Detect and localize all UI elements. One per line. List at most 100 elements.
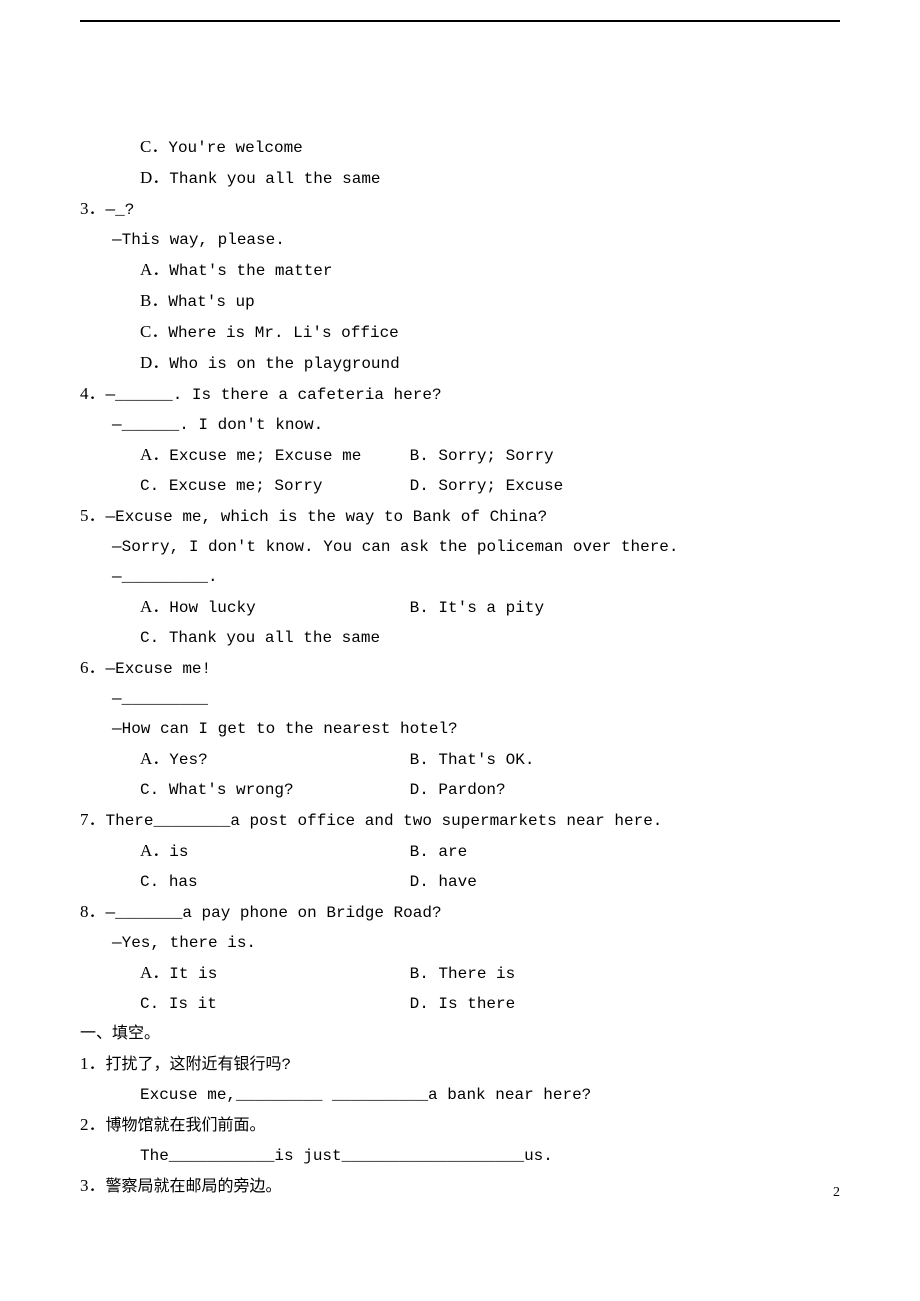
q3-option-b: B．What's up [80,286,840,317]
question-text: —Excuse me, which is the way to Bank of … [106,508,548,526]
option-letter: A． [140,963,169,982]
q5-reply: —Sorry, I don't know. You can ask the po… [80,532,840,562]
option-letter: B. [410,751,439,769]
option-letter: B. [410,965,439,983]
option-letter: D． [140,168,169,187]
option-letter: A． [140,597,169,616]
option-text: Thank you all the same [169,629,380,647]
q3-option-d: D．Who is on the playground [80,348,840,379]
q2-option-d: D．Thank you all the same [80,163,840,194]
q6-options-row2: C. What's wrong? D. Pardon? [80,775,840,805]
question-chinese: 打扰了，这附近有银行吗? [106,1056,292,1074]
option-letter: C. [140,995,169,1013]
option-letter: A． [140,445,169,464]
option-letter: A． [140,260,169,279]
q4-options-row1: A．Excuse me; Excuse me B. Sorry; Sorry [80,440,840,471]
option-text: is [169,843,188,861]
q5-prompt: 5．—Excuse me, which is the way to Bank o… [80,501,840,532]
option-text: You're welcome [168,139,302,157]
fill1-en: Excuse me,_________ __________a bank nea… [80,1080,840,1110]
option-text: How lucky [169,599,255,617]
option-text: Excuse me; Excuse me [169,447,361,465]
question-text: —______. Is there a cafeteria here? [106,386,442,404]
question-number: 3． [80,1176,106,1195]
question-number: 4． [80,384,106,403]
q3-option-a: A．What's the matter [80,255,840,286]
q7-prompt: 7．There________a post office and two sup… [80,805,840,836]
fill3-cn: 3．警察局就在邮局的旁边。 [80,1171,840,1202]
q6-options-row1: A．Yes? B. That's OK. [80,744,840,775]
option-text: What's up [168,293,254,311]
question-chinese: 警察局就在邮局的旁边。 [106,1178,282,1196]
question-text: —Excuse me! [106,660,212,678]
question-number: 2． [80,1115,106,1134]
q6-prompt: 6．—Excuse me! [80,653,840,684]
option-letter: C. [140,873,169,891]
option-letter: D. [410,995,439,1013]
page-number: 2 [833,1185,840,1201]
q8-reply: —Yes, there is. [80,928,840,958]
option-letter: A． [140,841,169,860]
question-number: 7． [80,810,106,829]
option-letter: B． [140,291,168,310]
q6-reply2: —How can I get to the nearest hotel? [80,714,840,744]
q4-reply: —______. I don't know. [80,410,840,440]
fill2-cn: 2．博物馆就在我们前面。 [80,1110,840,1141]
option-text: Pardon? [438,781,505,799]
q5-options-row1: A．How lucky B. It's a pity [80,592,840,623]
option-letter: B. [410,599,439,617]
option-text: Sorry; Sorry [438,447,553,465]
question-number: 1． [80,1054,106,1073]
option-text: Who is on the playground [169,355,399,373]
option-letter: C. [140,629,169,647]
option-letter: C． [140,137,168,156]
question-text: —_______a pay phone on Bridge Road? [106,904,442,922]
option-text: There is [438,965,515,983]
option-letter: D. [410,477,439,495]
option-text: Thank you all the same [169,170,380,188]
option-letter: B. [410,843,439,861]
q8-prompt: 8．—_______a pay phone on Bridge Road? [80,897,840,928]
q8-options-row1: A．It is B. There is [80,958,840,989]
q3-option-c: C．Where is Mr. Li's office [80,317,840,348]
option-text: That's OK. [438,751,534,769]
question-text: There________a post office and two super… [106,812,663,830]
section-title: 一、填空。 [80,1019,840,1049]
option-text: Where is Mr. Li's office [168,324,398,342]
question-number: 3． [80,199,106,218]
fill2-en: The___________is just___________________… [80,1141,840,1171]
option-letter: D. [410,781,439,799]
option-letter: B. [410,447,439,465]
q3-prompt: 3．—_? [80,194,840,225]
q7-options-row2: C. has D. have [80,867,840,897]
question-chinese: 博物馆就在我们前面。 [106,1117,266,1135]
q6-reply: —_________ [80,684,840,714]
q3-reply: —This way, please. [80,225,840,255]
q2-option-c: C．You're welcome [80,132,840,163]
fill1-cn: 1．打扰了，这附近有银行吗? [80,1049,840,1080]
q7-options-row1: A．is B. are [80,836,840,867]
option-text: It's a pity [438,599,544,617]
option-text: What's wrong? [169,781,294,799]
option-text: What's the matter [169,262,332,280]
option-text: Excuse me; Sorry [169,477,323,495]
option-text: are [438,843,467,861]
question-text: —_? [106,201,135,219]
option-text: Is it [169,995,217,1013]
q4-options-row2: C. Excuse me; Sorry D. Sorry; Excuse [80,471,840,501]
top-rule [80,20,840,22]
option-text: It is [169,965,217,983]
option-letter: C. [140,781,169,799]
q5-reply2: —_________. [80,562,840,592]
q5-options-row2: C. Thank you all the same [80,623,840,653]
option-letter: D. [410,873,439,891]
q4-prompt: 4．—______. Is there a cafeteria here? [80,379,840,410]
option-text: have [438,873,476,891]
question-number: 6． [80,658,106,677]
option-text: Yes? [169,751,207,769]
option-letter: C. [140,477,169,495]
option-text: has [169,873,198,891]
question-number: 5． [80,506,106,525]
option-letter: D． [140,353,169,372]
option-text: Sorry; Excuse [438,477,563,495]
